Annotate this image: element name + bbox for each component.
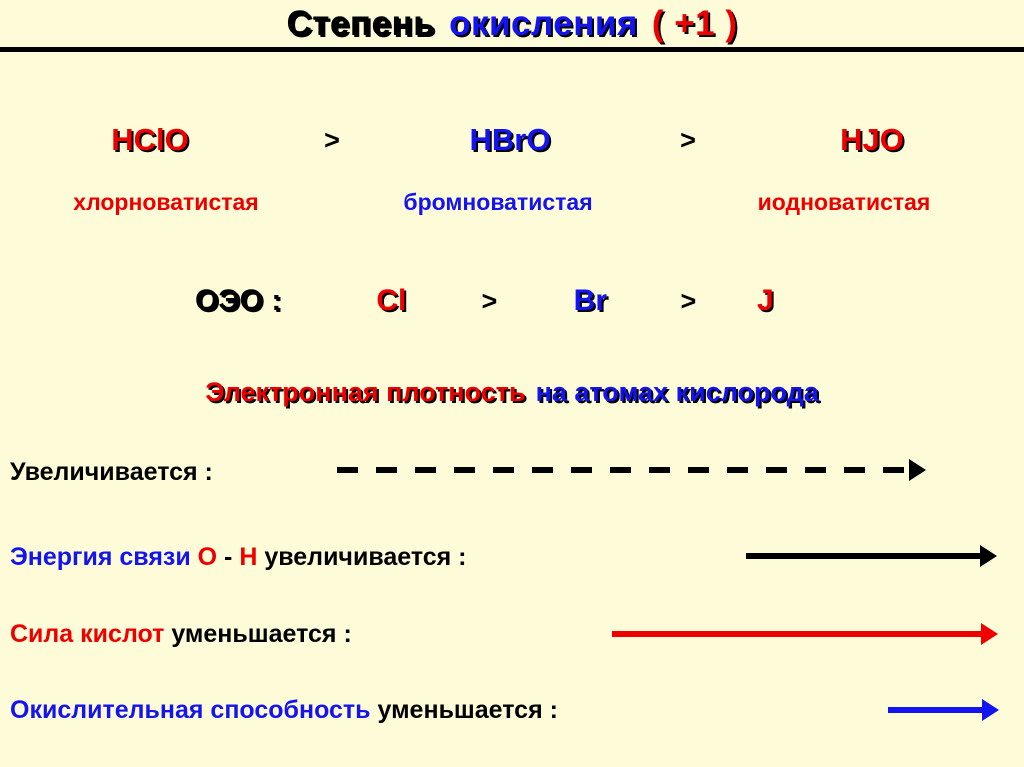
statement-increase-label: Увеличивается : (10, 457, 213, 486)
statement-oxidizing-ability-label: Окислительная способность уменьшается : (10, 695, 558, 724)
acid-formula-2: HBrO (469, 122, 551, 157)
acid-separator-2: > (680, 124, 696, 155)
electron-density-part1: Электронная плотность (205, 376, 526, 407)
dash-segment (610, 467, 631, 473)
dash-segment (493, 467, 514, 473)
acid-formula-1: HClO (111, 122, 189, 157)
arrow-shaft (612, 631, 982, 637)
title-part-value: ( +1 ) (651, 4, 738, 43)
title-part-oxidation: окисления (449, 4, 638, 43)
electronegativity-separator-2: > (680, 285, 697, 316)
acid-formulas-row: HClO > HBrO > HJO (0, 118, 1024, 162)
acid-name-1: хлорноватистая (73, 188, 259, 215)
dash-segment (649, 467, 670, 473)
arrow-oxidizing-ability (888, 699, 999, 721)
electronegativity-element-3: J (757, 284, 774, 317)
acid-name-3: иодноватистая (757, 188, 931, 215)
acid-separator-1: > (324, 124, 340, 155)
electronegativity-row: ОЭО : Cl > Br > J (0, 280, 1024, 322)
electronegativity-label: ОЭО : (195, 284, 282, 317)
arrowhead-icon (982, 699, 999, 721)
arrowhead-icon (909, 459, 926, 481)
dash-segment (727, 467, 748, 473)
acid-names-row: хлорноватистая бромноватистая иодноватис… (0, 186, 1024, 218)
electron-density-row: Электронная плотность на атомах кислород… (0, 373, 1024, 411)
dash-segment (376, 467, 397, 473)
statement-bond-energy-label: Энергия связи O - H увеличивается : (10, 542, 467, 571)
arrow-shaft (746, 553, 981, 559)
dash-segment (415, 467, 436, 473)
electron-density-part2: на атомах кислорода (535, 376, 819, 407)
arrow-shaft (888, 707, 983, 713)
statement-oxidizing-ability: Окислительная способность уменьшается : (0, 690, 1024, 730)
statement-acid-strength-label: Сила кислот уменьшается : (10, 619, 352, 648)
electronegativity-separator-1: > (481, 285, 498, 316)
dash-segment (454, 467, 475, 473)
arrowhead-icon (980, 545, 997, 567)
acid-name-2: бромноватистая (403, 188, 593, 215)
dash-segment (805, 467, 826, 473)
dash-segment (571, 467, 592, 473)
dash-segment (844, 467, 865, 473)
title-part-degree: Степень (286, 4, 436, 43)
dash-segment (688, 467, 709, 473)
electronegativity-element-2: Br (573, 284, 608, 317)
dash-segment (883, 467, 904, 473)
arrow-acid-strength (612, 623, 998, 645)
arrowhead-icon (981, 623, 998, 645)
arrow-bond-energy (746, 545, 997, 567)
electronegativity-element-1: Cl (376, 284, 407, 317)
dash-segment (766, 467, 787, 473)
arrow-increase (337, 459, 926, 481)
slide-header: Степень окисления ( +1 ) (0, 0, 1024, 52)
slide: Степень окисления ( +1 ) HClO > HBrO > H… (0, 0, 1024, 767)
dash-segment (337, 467, 358, 473)
dash-segment (532, 467, 553, 473)
acid-formula-3: HJO (840, 122, 904, 157)
